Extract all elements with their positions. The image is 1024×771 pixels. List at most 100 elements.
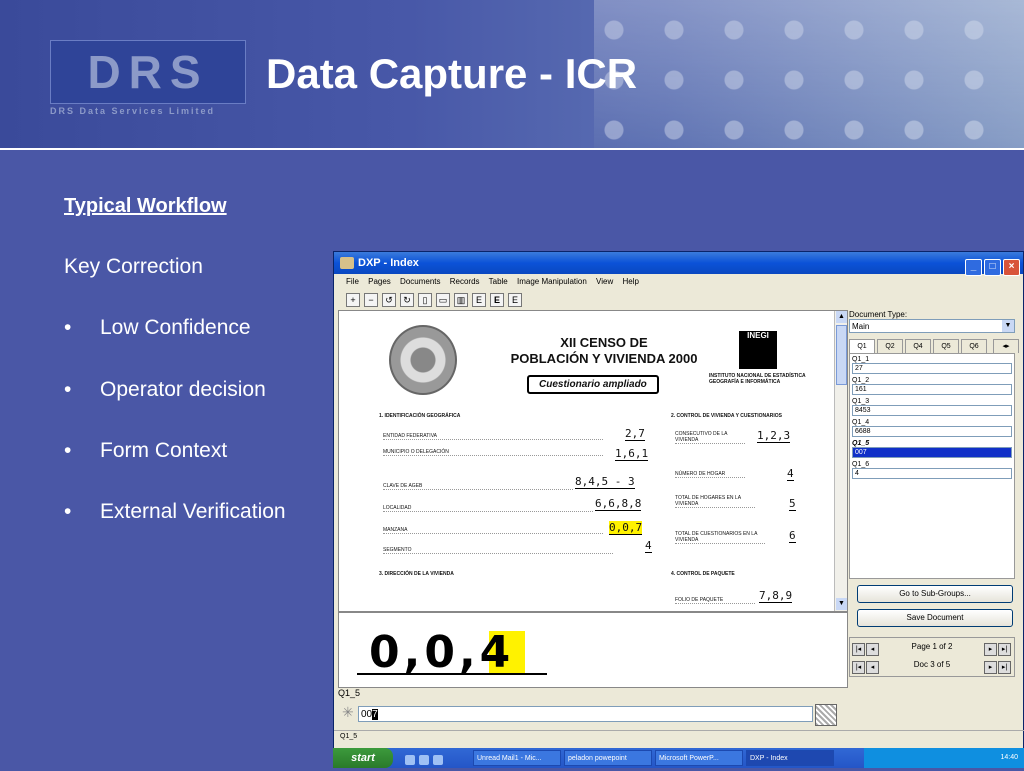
menu-image-manipulation[interactable]: Image Manipulation [517, 277, 587, 286]
save-document-button[interactable]: Save Document [857, 609, 1013, 627]
tab-scroll-icon[interactable]: ◂▸ [993, 339, 1019, 353]
handwritten-value: 4 [645, 539, 652, 553]
menu-records[interactable]: Records [450, 277, 480, 286]
handwritten-value: 5 [789, 497, 796, 511]
doc-type-label: Document Type: [849, 310, 908, 319]
scroll-thumb[interactable] [836, 325, 847, 385]
task-item[interactable]: Unread Mail1 - Mic... [473, 750, 561, 766]
form-title: XII CENSO DE POBLACIÓN Y VIVIENDA 2000 [510, 335, 698, 366]
quick-launch-icon[interactable] [405, 755, 415, 765]
double-page-icon[interactable]: ▥ [454, 293, 468, 307]
verify-icon[interactable] [815, 704, 837, 726]
task-item[interactable]: Microsoft PowerP... [655, 750, 743, 766]
scroll-up-icon[interactable]: ▲ [836, 311, 847, 323]
quick-launch-icon[interactable] [433, 755, 443, 765]
handwritten-value: 6 [789, 529, 796, 543]
document-image-view[interactable]: XII CENSO DE POBLACIÓN Y VIVIENDA 2000 C… [338, 310, 848, 612]
clock[interactable]: 14:40 [1000, 754, 1018, 761]
institute-name: INSTITUTO NACIONAL DE ESTADÍSTICA GEOGRA… [709, 373, 806, 385]
doc-label: Doc 3 of 5 [913, 660, 951, 669]
field-input-selected[interactable]: 007 [852, 447, 1012, 458]
go-to-subgroups-button[interactable]: Go to Sub-Groups... [857, 585, 1013, 603]
mexico-seal-icon [389, 325, 457, 395]
form-row-label: CLAVE DE AGEB [383, 483, 573, 490]
start-button[interactable]: start [333, 748, 393, 768]
field-zoom-view: 0,0,4 [338, 612, 848, 688]
last-doc-icon[interactable]: ▸| [998, 661, 1011, 674]
document-scrollbar[interactable]: ▲ ▼ [834, 311, 847, 611]
menu-file[interactable]: File [346, 277, 359, 286]
form-subtitle: Cuestionario ampliado [527, 375, 659, 394]
menu-documents[interactable]: Documents [400, 277, 440, 286]
pager: |◂ ◂ Page 1 of 2 ▸ ▸| |◂ ◂ Doc 3 of 5 ▸ ▸| [849, 637, 1015, 677]
form-row-label: TOTAL DE CUESTIONARIOS EN LA VIVIENDA [675, 531, 765, 544]
rotate-left-icon[interactable]: ↺ [382, 293, 396, 307]
field-list: Q1_1 27 Q1_2 161 Q1_3 8453 Q1_4 6688 Q1_5 007… [849, 353, 1015, 579]
tab-q6[interactable]: Q6 [961, 339, 987, 353]
form-row-label: MANZANA [383, 527, 603, 534]
field-input[interactable]: 6688 [852, 426, 1012, 437]
e-icon[interactable]: E [472, 293, 486, 307]
cursor-char: 7 [372, 709, 378, 720]
page-icon[interactable]: ▯ [418, 293, 432, 307]
minimize-button[interactable]: _ [965, 259, 982, 276]
e-bold-icon[interactable]: E [490, 293, 504, 307]
menu-help[interactable]: Help [622, 277, 638, 286]
divider [0, 148, 1024, 150]
zoom-digits: 0,0,4 [369, 627, 515, 678]
form-row-label: TOTAL DE HOGARES EN LA VIVIENDA [675, 495, 755, 508]
task-item-active[interactable]: DXP - Index [746, 750, 834, 766]
logo-subtitle: DRS Data Services Limited [50, 106, 216, 116]
maximize-button[interactable]: □ [984, 259, 1001, 276]
drs-logo: DRS [50, 40, 246, 104]
tab-q1[interactable]: Q1 [849, 339, 875, 353]
menu-table[interactable]: Table [489, 277, 508, 286]
form-row-label: NÚMERO DE HOGAR [675, 471, 745, 478]
quick-launch-icon[interactable] [419, 755, 429, 765]
rotate-right-icon[interactable]: ↻ [400, 293, 414, 307]
dxp-window: DXP - Index _ □ × File Pages Documents Rec… [333, 251, 1024, 751]
task-item[interactable]: peladon powepoint [564, 750, 652, 766]
last-page-icon[interactable]: ▸| [998, 643, 1011, 656]
title-bar[interactable]: DXP - Index _ □ × [334, 252, 1023, 276]
handwritten-value: 6,6,8,8 [595, 497, 642, 511]
field-input[interactable]: 8453 [852, 405, 1012, 416]
bullet-item: • Form Context [64, 439, 228, 462]
first-doc-icon[interactable]: |◂ [852, 661, 865, 674]
prev-page-icon[interactable]: ◂ [866, 643, 879, 656]
next-doc-icon[interactable]: ▸ [984, 661, 997, 674]
close-button[interactable]: × [1003, 259, 1020, 276]
handwritten-value: 2,7 [625, 427, 645, 441]
menu-bar: File Pages Documents Records Table Image… [334, 274, 1023, 290]
field-input[interactable]: 161 [852, 384, 1012, 395]
window-title: DXP - Index [358, 257, 419, 269]
next-page-icon[interactable]: ▸ [984, 643, 997, 656]
doc-type-select[interactable]: Main ▼ [849, 319, 1015, 333]
section-heading: 4. CONTROL DE PAQUETE [671, 571, 735, 577]
menu-pages[interactable]: Pages [368, 277, 391, 286]
zoom-out-icon[interactable]: − [364, 293, 378, 307]
chevron-down-icon[interactable]: ▼ [1002, 320, 1014, 332]
field-input[interactable]: 4 [852, 468, 1012, 479]
e-box-icon[interactable]: E [508, 293, 522, 307]
tab-q5[interactable]: Q5 [933, 339, 959, 353]
zoom-in-icon[interactable]: + [346, 293, 360, 307]
first-page-icon[interactable]: |◂ [852, 643, 865, 656]
doc-nav: |◂ ◂ Doc 3 of 5 ▸ ▸| [850, 656, 1014, 674]
entry-field-label: Q1_5 [338, 688, 361, 698]
system-tray: 14:40 [864, 748, 1024, 768]
field-input[interactable]: 27 [852, 363, 1012, 374]
bullet-item: • Low Confidence [64, 316, 251, 339]
section-heading: 1. IDENTIFICACIÓN GEOGRÁFICA [379, 413, 461, 419]
single-page-icon[interactable]: ▭ [436, 293, 450, 307]
form-row-label: FOLIO DE PAQUETE [675, 597, 755, 604]
prev-doc-icon[interactable]: ◂ [866, 661, 879, 674]
office-photo [594, 0, 1024, 150]
tab-q4[interactable]: Q4 [905, 339, 931, 353]
workflow-text: Typical Workflow Key Correction • Low Con… [64, 195, 286, 523]
tab-q2[interactable]: Q2 [877, 339, 903, 353]
bullet-item: • Operator decision [64, 378, 266, 401]
scroll-down-icon[interactable]: ▼ [836, 598, 847, 610]
value-entry-input[interactable]: 007 [358, 706, 813, 722]
menu-view[interactable]: View [596, 277, 613, 286]
